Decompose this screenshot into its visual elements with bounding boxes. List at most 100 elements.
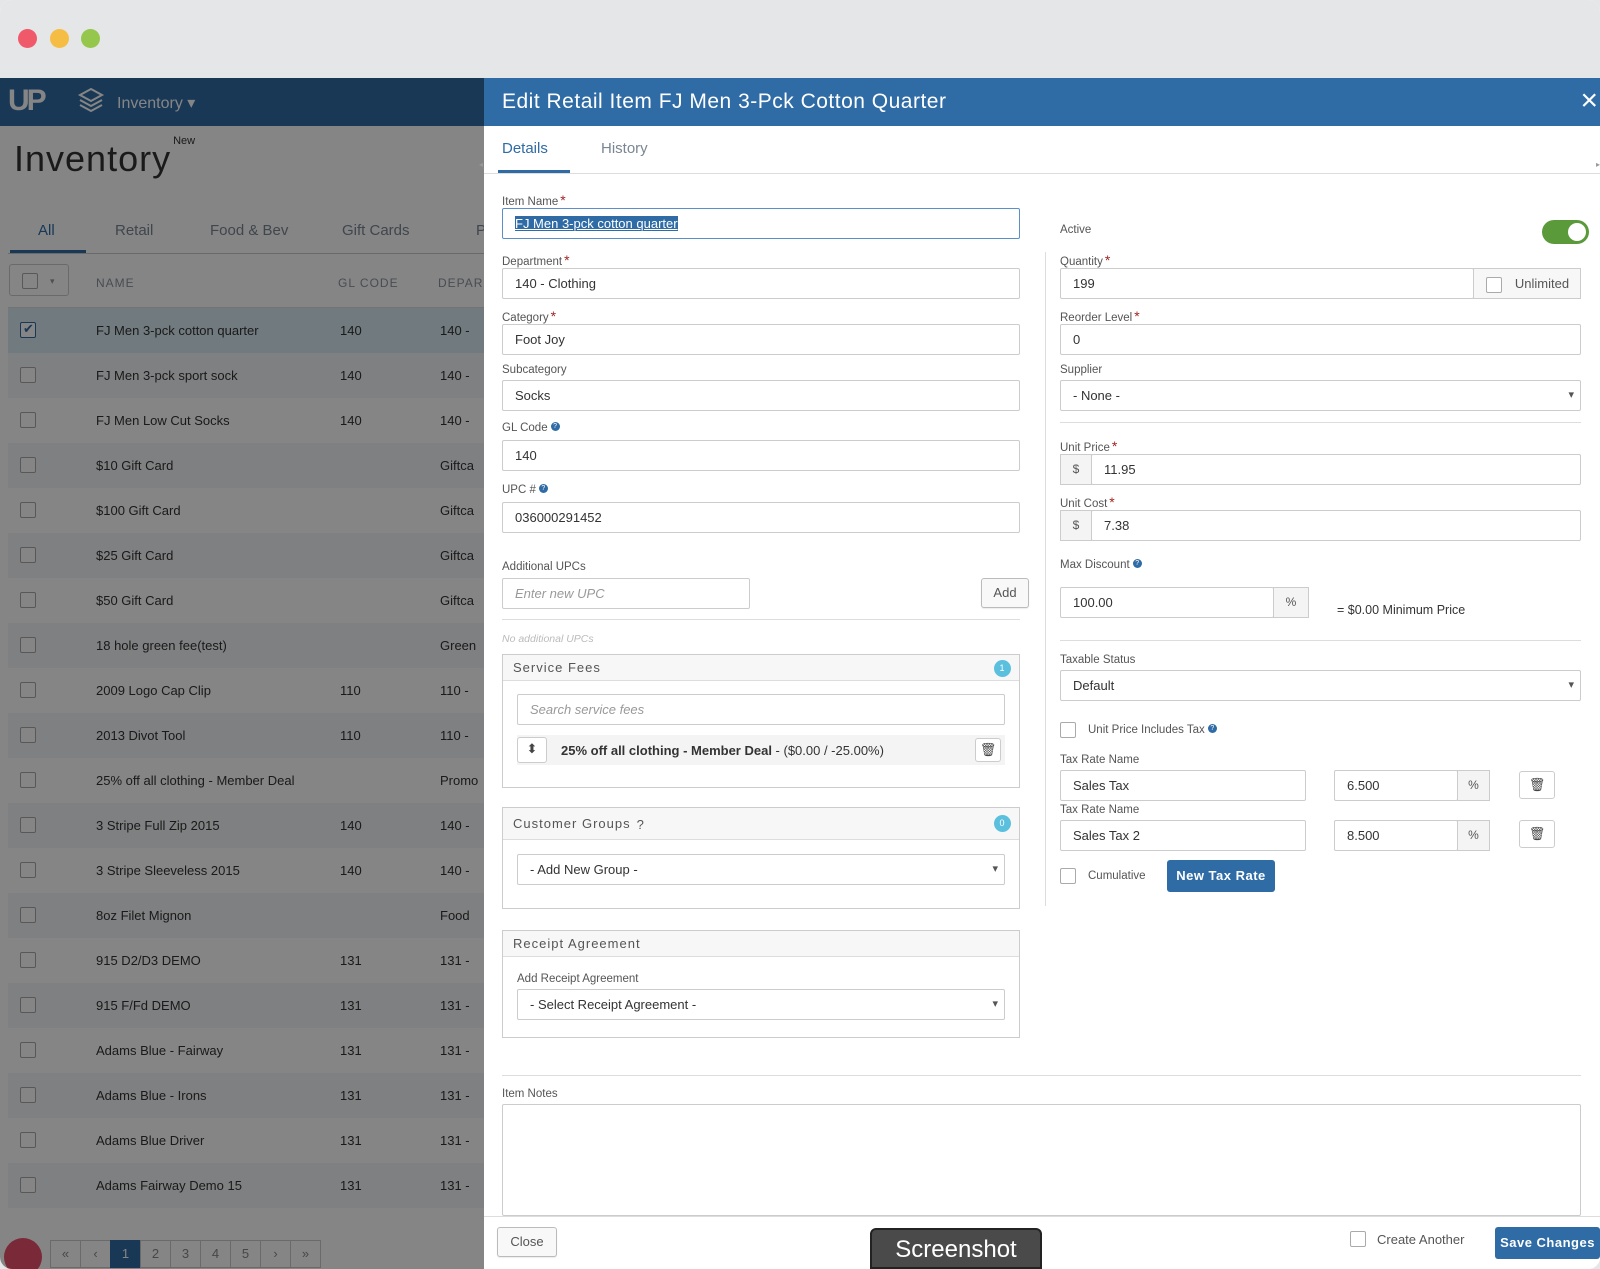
help-icon[interactable]: ? <box>637 817 645 832</box>
required-marker: * <box>1104 252 1111 268</box>
cumulative-checkbox[interactable] <box>1060 868 1076 884</box>
close-window-button[interactable] <box>18 29 37 48</box>
screenshot-tooltip: Screenshot <box>870 1228 1042 1269</box>
app-window: UP Inventory ▾ Inventory New All Retail F… <box>0 0 1600 1269</box>
customer-groups-title: Customer Groups <box>513 816 631 831</box>
scroll-right-icon[interactable]: ▸ <box>1596 160 1600 169</box>
edit-item-modal: Edit Retail Item FJ Men 3-Pck Cotton Qua… <box>479 78 1600 1269</box>
price-includes-tax-checkbox[interactable] <box>1060 722 1076 738</box>
trash-icon[interactable]: 🗑 <box>1519 820 1555 848</box>
item-name-value: FJ Men 3-pck cotton quarter <box>515 216 678 231</box>
gl-code-label-text: GL Code <box>502 422 548 434</box>
item-notes-textarea[interactable] <box>502 1104 1581 1216</box>
modal-title: Edit Retail Item FJ Men 3-Pck Cotton Qua… <box>502 90 947 113</box>
add-upc-button[interactable]: Add <box>981 578 1029 608</box>
taxable-select[interactable]: Default <box>1060 670 1581 701</box>
trash-icon[interactable]: 🗑 <box>1519 771 1555 799</box>
item-name-label-text: Item Name <box>502 196 559 208</box>
help-wrap: ? <box>1205 724 1217 736</box>
quantity-label-text: Quantity <box>1060 256 1103 268</box>
unit-cost-label: Unit Cost * <box>1060 494 1115 510</box>
quantity-input[interactable]: 199 <box>1060 268 1474 299</box>
required-marker: * <box>564 252 570 268</box>
add-group-select[interactable]: - Add New Group - <box>517 854 1005 885</box>
max-discount-label: Max Discount? <box>1060 559 1142 571</box>
tax1-rate-input[interactable]: 6.500 <box>1334 770 1458 801</box>
help-icon[interactable]: ? <box>550 422 560 431</box>
customer-groups-header: Customer Groups? 0 <box>503 808 1019 840</box>
column-divider <box>1045 252 1046 906</box>
scroll-left-icon[interactable]: ◂ <box>479 160 483 169</box>
service-fees-title: Service Fees <box>513 660 601 675</box>
reorder-label-text: Reorder Level <box>1060 312 1133 324</box>
receipt-agreement-header: Receipt Agreement <box>503 931 1019 957</box>
modal-footer: Close Create Another Save Changes <box>484 1216 1600 1269</box>
close-button[interactable]: Close <box>497 1227 557 1257</box>
new-tax-rate-button[interactable]: New Tax Rate <box>1167 860 1275 892</box>
tax2-name-input[interactable]: Sales Tax 2 <box>1060 820 1306 851</box>
help-icon[interactable]: ? <box>1207 724 1217 733</box>
tab-history[interactable]: History <box>601 140 648 157</box>
modal-header: Edit Retail Item FJ Men 3-Pck Cotton Qua… <box>484 78 1600 126</box>
required-marker: * <box>1109 494 1115 510</box>
upc-input[interactable]: 036000291452 <box>502 502 1020 533</box>
unit-cost-input[interactable]: 7.38 <box>1091 510 1581 541</box>
receipt-agreement-select[interactable]: - Select Receipt Agreement - <box>517 989 1005 1020</box>
create-another-checkbox[interactable] <box>1350 1231 1366 1247</box>
item-name-input[interactable]: FJ Men 3-pck cotton quarter <box>502 208 1020 239</box>
minimum-price-text: = $0.00 Minimum Price <box>1337 603 1466 617</box>
category-input[interactable]: Foot Joy <box>502 324 1020 355</box>
quantity-label: Quantity * <box>1060 252 1110 268</box>
divider <box>502 619 1020 620</box>
unlimited-checkbox[interactable] <box>1486 277 1502 293</box>
unit-cost-label-text: Unit Cost <box>1060 498 1108 510</box>
tab-details[interactable]: Details <box>502 140 548 157</box>
price-includes-tax-text: Unit Price Includes Tax <box>1088 724 1205 736</box>
divider <box>502 1075 1581 1076</box>
gl-code-label: GL Code? <box>502 422 560 434</box>
help-icon[interactable]: ? <box>538 484 548 493</box>
modal-tabs: Details History ◂ ▸ <box>479 126 1600 174</box>
currency-addon: $ <box>1060 510 1092 541</box>
service-fees-count: 1 <box>994 660 1011 677</box>
fee-row: ⬍ 25% off all clothing - Member Deal - (… <box>517 735 1005 765</box>
active-toggle[interactable] <box>1542 220 1589 244</box>
sort-icon[interactable]: ⬍ <box>517 737 547 763</box>
fee-name: 25% off all clothing - Member Deal <box>561 743 772 758</box>
price-includes-tax-label: Unit Price Includes Tax? <box>1088 724 1217 736</box>
unit-price-input[interactable]: 11.95 <box>1091 454 1581 485</box>
minimize-window-button[interactable] <box>50 29 69 48</box>
tax2-rate-input[interactable]: 8.500 <box>1334 820 1458 851</box>
tax-rate-name-label: Tax Rate Name <box>1060 804 1140 816</box>
percent-addon: % <box>1273 587 1309 618</box>
reorder-input[interactable]: 0 <box>1060 324 1581 355</box>
customer-groups-panel: Customer Groups? 0 - Add New Group - <box>502 807 1020 909</box>
unlimited-addon: Unlimited <box>1473 268 1581 299</box>
supplier-select[interactable]: - None - <box>1060 380 1581 411</box>
trash-icon[interactable]: 🗑 <box>975 738 1001 762</box>
help-icon[interactable]: ? <box>1132 559 1142 568</box>
gl-code-input[interactable]: 140 <box>502 440 1020 471</box>
currency-addon: $ <box>1060 454 1092 485</box>
taxable-label: Taxable Status <box>1060 654 1136 666</box>
subcategory-input[interactable]: Socks <box>502 380 1020 411</box>
save-changes-button[interactable]: Save Changes <box>1495 1227 1600 1259</box>
new-upc-input[interactable]: Enter new UPC <box>502 578 750 609</box>
department-input[interactable]: 140 - Clothing <box>502 268 1020 299</box>
close-icon[interactable]: × <box>1580 86 1598 116</box>
search-fees-input[interactable]: Search service fees <box>517 694 1005 725</box>
divider <box>1060 422 1581 423</box>
maximize-window-button[interactable] <box>81 29 100 48</box>
service-fees-panel: Service Fees 1 Search service fees ⬍ 25% … <box>502 654 1020 788</box>
modal-backdrop[interactable] <box>0 78 484 1269</box>
tax1-name-input[interactable]: Sales Tax <box>1060 770 1306 801</box>
add-receipt-label: Add Receipt Agreement <box>517 973 639 985</box>
item-notes-label: Item Notes <box>502 1088 558 1100</box>
reorder-label: Reorder Level * <box>1060 308 1140 324</box>
required-marker: * <box>560 192 566 208</box>
tax-rate-name-label: Tax Rate Name <box>1060 754 1140 766</box>
department-label: Department * <box>502 252 570 268</box>
max-discount-input[interactable]: 100.00 <box>1060 587 1274 618</box>
unlimited-label: Unlimited <box>1514 276 1570 291</box>
customer-groups-count: 0 <box>994 815 1011 832</box>
